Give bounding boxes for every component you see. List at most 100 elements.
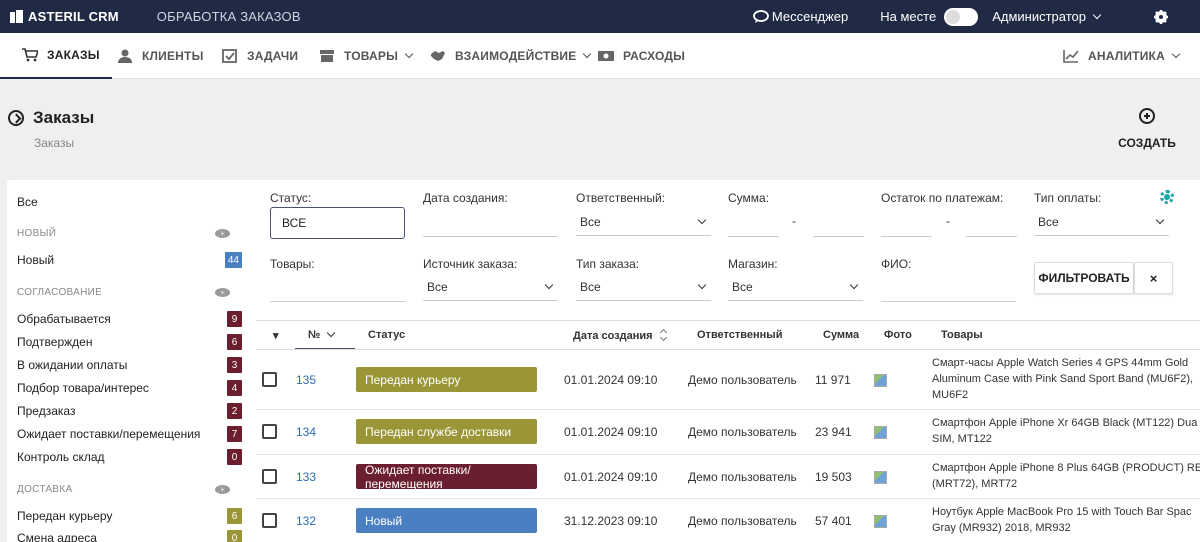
- goods-line: MU6F2: [932, 389, 969, 401]
- fio-filter-input[interactable]: [881, 301, 1016, 302]
- gear-icon[interactable]: [1160, 190, 1174, 204]
- sidebar-item-processing[interactable]: Обрабатывается 9: [17, 311, 242, 327]
- user-icon: [118, 49, 132, 63]
- messenger-link[interactable]: Мессенджер: [753, 9, 848, 24]
- select-value: Все: [580, 214, 601, 229]
- column-header-created[interactable]: Дата создания: [573, 329, 667, 342]
- goods-line: (MRT72), MRT72: [932, 478, 1018, 490]
- sidebar-item-confirmed[interactable]: Подтвержден 6: [17, 334, 242, 350]
- sum-filter-label: Сумма:: [728, 191, 770, 205]
- responsible-name: Демо пользователь: [688, 470, 797, 484]
- sidebar-item-label: Передан курьеру: [17, 509, 113, 523]
- eye-icon[interactable]: [215, 288, 230, 297]
- sidebar-item-label: Контроль склад: [17, 450, 105, 464]
- column-header-sum[interactable]: Сумма: [823, 329, 859, 341]
- goods-filter-input[interactable]: [270, 301, 405, 302]
- sidebar-item-selection[interactable]: Подбор товара/интерес 4: [17, 380, 242, 396]
- goods-filter-label: Товары:: [270, 257, 315, 271]
- sidebar-item-new[interactable]: Новый 44: [17, 252, 242, 268]
- column-header-status[interactable]: Статус: [368, 329, 405, 341]
- sidebar-item-courier[interactable]: Передан курьеру 6: [17, 508, 242, 524]
- created-filter-input[interactable]: [423, 236, 558, 237]
- order-id-link[interactable]: 133: [296, 470, 316, 484]
- sum-to-input[interactable]: [813, 236, 864, 237]
- sidebar-item-preorder[interactable]: Предзаказ 2: [17, 403, 242, 419]
- gear-icon[interactable]: [1154, 9, 1168, 24]
- status-filter-input[interactable]: ВСЕ: [270, 207, 405, 239]
- sidebar-item-label: В ожидании оплаты: [17, 358, 128, 372]
- breadcrumb[interactable]: Заказы: [34, 136, 74, 150]
- column-toggle[interactable]: ▾: [273, 329, 279, 342]
- order-id-link[interactable]: 134: [296, 425, 316, 439]
- sidebar-group-label: ДОСТАВКА: [17, 484, 73, 495]
- ordertype-filter-select[interactable]: Все: [576, 273, 711, 301]
- table-row[interactable]: 134 Передан службе доставки 01.01.2024 0…: [256, 410, 1200, 455]
- nav-orders[interactable]: ЗАКАЗЫ: [0, 33, 112, 79]
- paytype-filter-select[interactable]: Все: [1034, 208, 1169, 236]
- user-menu[interactable]: Администратор: [992, 9, 1102, 24]
- sidebar-group-label: НОВЫЙ: [17, 228, 57, 239]
- brand-logo[interactable]: ASTERIL CRM: [10, 9, 119, 24]
- row-checkbox[interactable]: [262, 513, 277, 528]
- nav-interaction[interactable]: ВЗАИМОДЕЙСТВИЕ: [430, 33, 592, 79]
- order-sum: 23 941: [815, 425, 852, 439]
- balance-from-input[interactable]: [881, 236, 932, 237]
- orders-table: ▾ № Статус Дата создания Ответственный С…: [256, 320, 1200, 542]
- count-badge: 2: [227, 403, 242, 419]
- order-id-link[interactable]: 135: [296, 373, 316, 387]
- eye-icon[interactable]: [215, 485, 230, 494]
- eye-icon[interactable]: [215, 229, 230, 238]
- column-header-responsible[interactable]: Ответственный: [697, 329, 782, 341]
- on-site-toggle[interactable]: [944, 7, 979, 26]
- sidebar-item-address-change[interactable]: Смена адреса 0: [17, 530, 242, 542]
- nav-interaction-label: ВЗАИМОДЕЙСТВИЕ: [455, 49, 577, 63]
- sidebar-item-awaiting-payment[interactable]: В ожидании оплаты 3: [17, 357, 242, 373]
- page-title: Заказы: [33, 108, 95, 127]
- row-checkbox[interactable]: [262, 424, 277, 439]
- chevron-down-icon: [544, 280, 554, 289]
- table-row[interactable]: 132 Новый 31.12.2023 09:10 Демо пользова…: [256, 499, 1200, 542]
- sidebar-group-approval: СОГЛАСОВАНИЕ: [17, 287, 230, 298]
- sidebar-item-all[interactable]: Все: [17, 195, 242, 209]
- column-header-num[interactable]: №: [308, 328, 336, 341]
- responsible-filter-select[interactable]: Все: [576, 208, 711, 236]
- chevron-down-icon: [583, 49, 592, 59]
- brand-name: ASTERIL CRM: [28, 9, 119, 24]
- sidebar-group-new: НОВЫЙ: [17, 228, 230, 239]
- table-row[interactable]: 133 Ожидает поставки/перемещения 01.01.2…: [256, 455, 1200, 499]
- count-badge: 9: [227, 311, 242, 327]
- sidebar-item-label: Новый: [17, 253, 55, 267]
- order-id-link[interactable]: 132: [296, 514, 316, 528]
- sidebar-item-awaiting-supply[interactable]: Ожидает поставки/перемещения 7: [17, 426, 242, 442]
- sidebar-item-label: Смена адреса: [17, 531, 97, 542]
- row-checkbox[interactable]: [262, 372, 277, 387]
- create-button[interactable]: СОЗДАТЬ: [1118, 108, 1176, 152]
- shop-filter-select[interactable]: Все: [728, 273, 863, 301]
- nav-orders-label: ЗАКАЗЫ: [47, 48, 100, 62]
- goods-line: Смартфон Apple iPhone Xr 64GB Black (MT1…: [932, 417, 1198, 429]
- status-badge: Ожидает поставки/перемещения: [356, 463, 537, 491]
- ordertype-filter-label: Тип заказа:: [576, 257, 640, 271]
- balance-to-input[interactable]: [966, 236, 1017, 237]
- sum-from-input[interactable]: [728, 236, 779, 237]
- nav-tasks[interactable]: ЗАДАЧИ: [222, 33, 298, 79]
- filter-button[interactable]: ФИЛЬТРОВАТЬ: [1034, 262, 1134, 294]
- table-row[interactable]: 135 Передан курьеру 01.01.2024 09:10 Дем…: [256, 350, 1200, 410]
- clear-filter-button[interactable]: ×: [1134, 262, 1173, 294]
- sidebar-item-label: Подбор товара/интерес: [17, 381, 149, 395]
- source-filter-select[interactable]: Все: [423, 273, 558, 301]
- sidebar-group-label: СОГЛАСОВАНИЕ: [17, 287, 103, 298]
- created-date: 01.01.2024 09:10: [564, 470, 658, 484]
- nav-clients[interactable]: КЛИЕНТЫ: [117, 33, 204, 79]
- row-checkbox[interactable]: [262, 469, 277, 484]
- arrow-right-circle-icon[interactable]: [8, 110, 24, 126]
- nav-goods[interactable]: ТОВАРЫ: [319, 33, 414, 79]
- chevron-down-icon: [697, 280, 707, 289]
- nav-analytics[interactable]: АНАЛИТИКА: [1063, 33, 1181, 79]
- select-value: Все: [1038, 214, 1059, 229]
- cart-icon: [22, 48, 38, 62]
- nav-expenses[interactable]: РАСХОДЫ: [598, 33, 685, 79]
- sidebar-item-warehouse-control[interactable]: Контроль склад 0: [17, 449, 242, 465]
- page-header: Заказы: [8, 108, 94, 128]
- goods-line: Смартфон Apple iPhone 8 Plus 64GB (PRODU…: [932, 462, 1200, 474]
